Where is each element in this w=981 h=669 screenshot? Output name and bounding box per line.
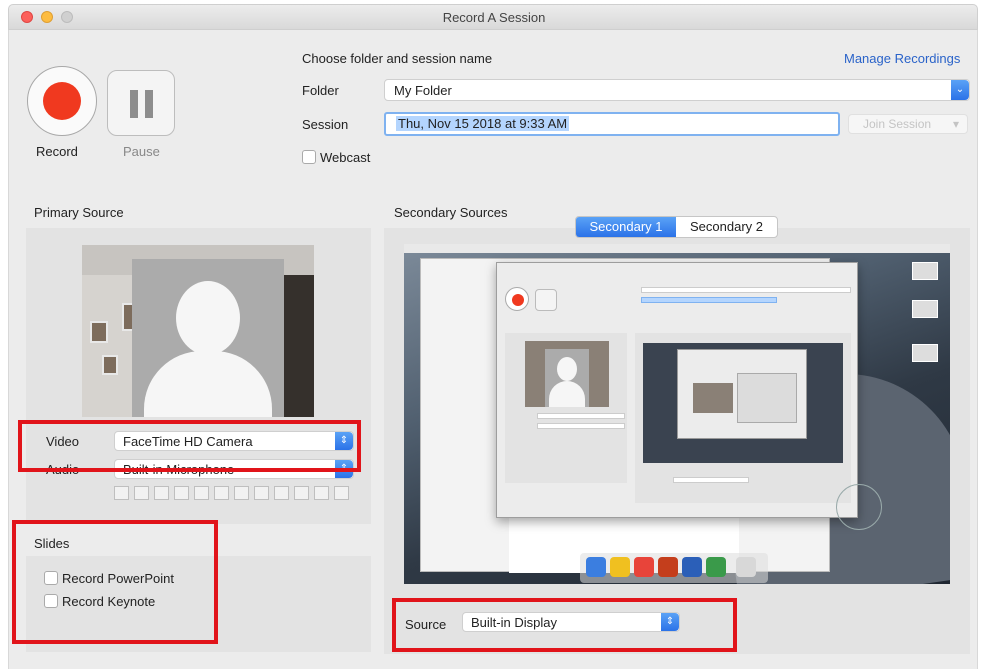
folder-value: My Folder	[394, 83, 452, 98]
camera-preview	[82, 245, 314, 417]
manage-recordings-link[interactable]: Manage Recordings	[844, 51, 960, 66]
folder-label: Folder	[302, 83, 339, 98]
preview-menubar	[404, 244, 950, 253]
pause-button[interactable]	[107, 70, 175, 136]
title-bar: Record A Session	[8, 4, 978, 30]
secondary-tabs: Secondary 1 Secondary 2	[575, 216, 778, 238]
tab-secondary-2[interactable]: Secondary 2	[676, 217, 777, 237]
primary-source-title: Primary Source	[34, 205, 124, 220]
chevron-down-icon: ▾	[952, 117, 959, 131]
secondary-sources-title: Secondary Sources	[394, 205, 508, 220]
pause-icon	[108, 71, 176, 137]
session-form-heading: Choose folder and session name	[302, 51, 493, 66]
chevron-down-icon: ⌄	[951, 80, 969, 100]
join-session-label: Join Session	[863, 117, 932, 131]
tab-secondary-1[interactable]: Secondary 1	[576, 217, 676, 237]
person-placeholder-icon	[132, 259, 284, 417]
video-annotation-box	[18, 420, 361, 472]
record-button[interactable]	[27, 66, 97, 136]
record-icon	[43, 82, 81, 120]
folder-select[interactable]: My Folder ⌄	[384, 79, 970, 101]
preview-record-dialog	[496, 262, 858, 518]
screen-preview	[404, 244, 950, 584]
pause-label: Pause	[123, 144, 160, 159]
webcast-checkbox[interactable]	[302, 150, 316, 164]
slides-annotation-box	[12, 520, 218, 644]
preview-dock	[580, 553, 768, 583]
webcast-label: Webcast	[320, 150, 371, 165]
source-annotation-box	[392, 598, 737, 652]
session-name-value: Thu, Nov 15 2018 at 9:33 AM	[396, 116, 570, 131]
session-label: Session	[302, 117, 349, 132]
join-session-button[interactable]: Join Session ▾	[848, 114, 968, 134]
audio-level-meter	[114, 486, 352, 502]
record-label: Record	[36, 144, 78, 159]
window-title: Record A Session	[442, 10, 546, 25]
session-name-input[interactable]: Thu, Nov 15 2018 at 9:33 AM	[384, 112, 840, 136]
